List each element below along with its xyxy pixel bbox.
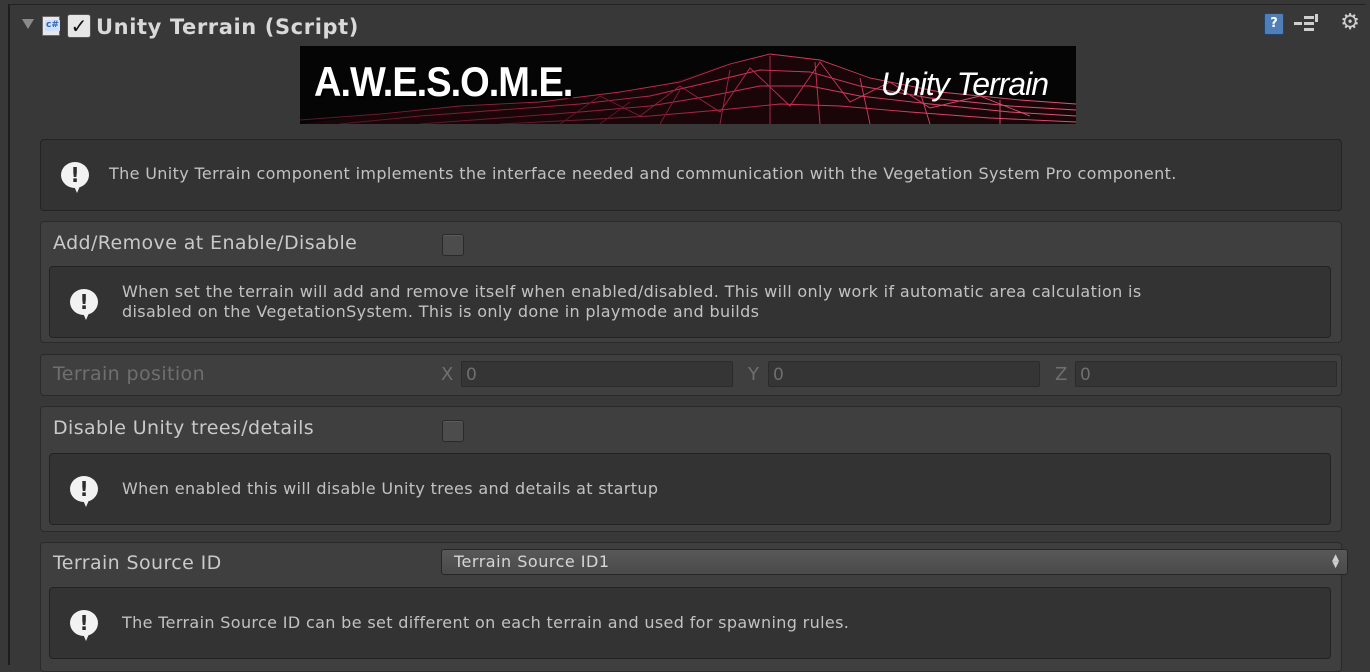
x-axis-label: X	[441, 364, 454, 385]
info-icon: !	[70, 289, 98, 320]
disable-trees-label: Disable Unity trees/details	[53, 417, 315, 439]
add-remove-section: Add/Remove at Enable/Disable ! When set …	[40, 221, 1342, 343]
position-z-field[interactable]: 0	[1075, 361, 1337, 387]
intro-help-box: ! The Unity Terrain component implements…	[40, 139, 1342, 211]
disable-trees-help-box: ! When enabled this will disable Unity t…	[49, 453, 1331, 525]
info-icon: !	[61, 162, 89, 193]
position-x-field[interactable]: 0	[461, 361, 733, 387]
terrain-source-label: Terrain Source ID	[53, 552, 222, 574]
banner-unity-terrain-text: Unity Terrain	[880, 66, 1049, 102]
component-enabled-checkbox[interactable]: ✓	[67, 14, 91, 38]
add-remove-help-line-2: disabled on the VegetationSystem. This i…	[122, 302, 760, 321]
intro-help-text: The Unity Terrain component implements t…	[109, 164, 1177, 183]
position-y-field[interactable]: 0	[768, 361, 1040, 387]
banner-awesome-text: A.W.E.S.O.M.E.	[314, 59, 573, 107]
awesome-banner-image: A.W.E.S.O.M.E. Unity Terrain	[300, 46, 1076, 124]
terrain-position-section: Terrain position X 0 Y 0 Z 0	[40, 354, 1342, 396]
z-axis-label: Z	[1055, 364, 1068, 385]
disable-trees-checkbox[interactable]	[442, 420, 464, 442]
preset-icon[interactable]	[1294, 14, 1318, 34]
info-icon: !	[70, 476, 98, 507]
add-remove-checkbox[interactable]	[442, 234, 464, 256]
dropdown-arrows-icon: ▲ ▼	[1332, 553, 1339, 570]
y-axis-label: Y	[748, 364, 759, 385]
terrain-source-help-box: ! The Terrain Source ID can be set diffe…	[49, 587, 1331, 659]
add-remove-help-line-1: When set the terrain will add and remove…	[122, 282, 1142, 301]
inspector-panel: ✓ Unity Terrain (Script) ? ⚙	[8, 4, 1366, 672]
disable-trees-section: Disable Unity trees/details ! When enabl…	[40, 406, 1342, 532]
help-icon[interactable]: ?	[1264, 13, 1284, 35]
info-icon: !	[70, 610, 98, 641]
gear-icon[interactable]: ⚙	[1340, 10, 1360, 35]
add-remove-label: Add/Remove at Enable/Disable	[53, 232, 358, 254]
foldout-arrow-icon[interactable]	[22, 19, 34, 29]
terrain-position-label: Terrain position	[53, 363, 206, 385]
component-title: Unity Terrain (Script)	[96, 15, 359, 39]
terrain-source-help-text: The Terrain Source ID can be set differe…	[122, 613, 850, 632]
terrain-source-selected: Terrain Source ID1	[454, 552, 610, 571]
disable-trees-help-text: When enabled this will disable Unity tre…	[122, 479, 659, 498]
script-icon	[42, 16, 60, 36]
component-header[interactable]: ✓ Unity Terrain (Script) ? ⚙	[10, 5, 1366, 49]
terrain-source-dropdown[interactable]: Terrain Source ID1 ▲ ▼	[441, 549, 1348, 575]
add-remove-help-box: ! When set the terrain will add and remo…	[49, 266, 1331, 338]
